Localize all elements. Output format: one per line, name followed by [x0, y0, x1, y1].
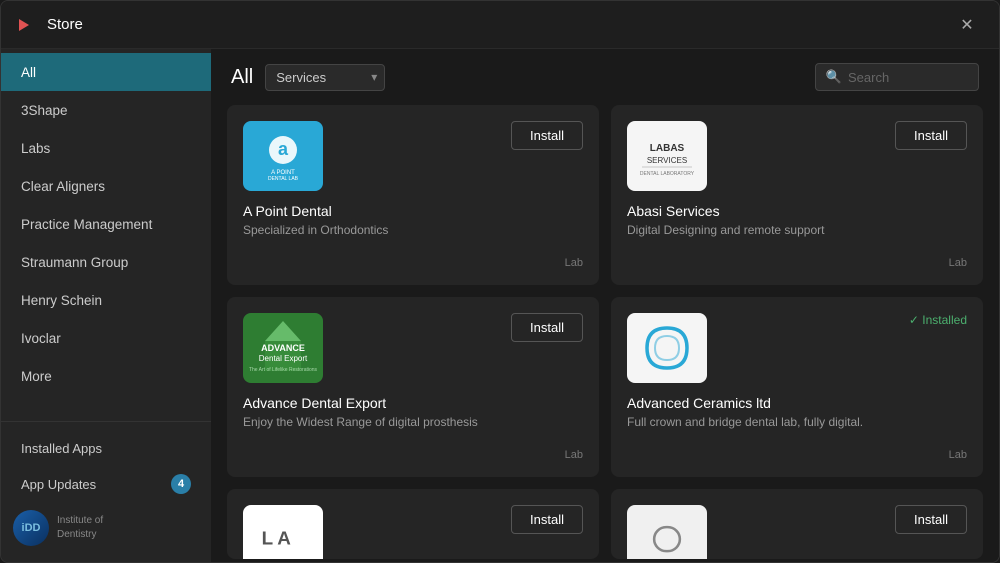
- sidebar: All 3Shape Labs Clear Aligners Practice …: [1, 49, 211, 562]
- advance-svg-icon: ADVANCE Dental Export The Art of Lifelik…: [243, 313, 323, 383]
- card-top: ADVANCE Dental Export The Art of Lifelik…: [243, 313, 583, 383]
- card-logo-a-point: a A POINT DENTAL LAB: [243, 121, 323, 191]
- sidebar-item-3shape[interactable]: 3Shape: [1, 91, 211, 129]
- main-layout: All 3Shape Labs Clear Aligners Practice …: [1, 49, 999, 562]
- a-point-svg-icon: a A POINT DENTAL LAB: [255, 128, 311, 184]
- card-top: ✓ Installed: [627, 313, 967, 383]
- svg-text:DENTAL LAB: DENTAL LAB: [268, 176, 299, 182]
- window-title: Store: [47, 16, 951, 33]
- card-tag-advanced-ceramics: Lab: [627, 449, 967, 461]
- sidebar-item-more[interactable]: More: [1, 357, 211, 395]
- app-updates-badge: 4: [171, 474, 191, 494]
- svg-text:The Art of Lifelike Restoratio: The Art of Lifelike Restorations: [249, 367, 318, 373]
- card-logo-bottom2: [627, 505, 707, 559]
- card-top: LABAS SERVICES DENTAL LABORATORY Install: [627, 121, 967, 191]
- install-button-a-point[interactable]: Install: [511, 121, 583, 150]
- card-logo-abasi: LABAS SERVICES DENTAL LABORATORY: [627, 121, 707, 191]
- advance-logo-image: ADVANCE Dental Export The Art of Lifelik…: [243, 313, 323, 383]
- install-button-advance[interactable]: Install: [511, 313, 583, 342]
- search-icon: 🔍: [826, 69, 842, 85]
- svg-text:DENTAL LABORATORY: DENTAL LABORATORY: [640, 171, 695, 177]
- card-desc-advanced-ceramics: Full crown and bridge dental lab, fully …: [627, 415, 967, 441]
- sidebar-app-logo: iDD: [13, 510, 49, 546]
- bottom1-svg-icon: L A: [253, 518, 313, 559]
- close-button[interactable]: ✕: [951, 9, 983, 41]
- sidebar-item-app-updates[interactable]: App Updates 4: [1, 466, 211, 502]
- card-bottom-1: L A Install: [227, 489, 599, 559]
- search-input[interactable]: [848, 70, 968, 85]
- card-desc-abasi: Digital Designing and remote support: [627, 223, 967, 249]
- installed-label-advanced-ceramics: ✓ Installed: [909, 313, 967, 327]
- svg-text:L A: L A: [262, 527, 292, 548]
- card-name-a-point: A Point Dental: [243, 203, 583, 219]
- sidebar-item-ivoclar[interactable]: Ivoclar: [1, 319, 211, 357]
- card-a-point-dental: a A POINT DENTAL LAB Install A Point Den…: [227, 105, 599, 285]
- sidebar-item-clear-aligners[interactable]: Clear Aligners: [1, 167, 211, 205]
- card-top: L A Install: [243, 505, 583, 559]
- card-top: a A POINT DENTAL LAB Install: [243, 121, 583, 191]
- card-logo-advanced-ceramics: [627, 313, 707, 383]
- app-info-text: Institute of Dentistry: [57, 514, 103, 542]
- sidebar-item-henry-schein[interactable]: Henry Schein: [1, 281, 211, 319]
- card-bottom-2: Install: [611, 489, 983, 559]
- card-logo-bottom1: L A: [243, 505, 323, 559]
- app-updates-label: App Updates: [21, 477, 96, 492]
- bottom2-svg-icon: [637, 518, 697, 559]
- grid-area: a A POINT DENTAL LAB Install A Point Den…: [211, 105, 999, 562]
- bottom2-logo-image: [627, 505, 707, 559]
- store-window: Store ✕ All 3Shape Labs Clear Aligners P…: [0, 0, 1000, 563]
- card-name-advance: Advance Dental Export: [243, 395, 583, 411]
- all-label: All: [231, 66, 253, 89]
- card-advanced-ceramics: ✓ Installed Advanced Ceramics ltd Full c…: [611, 297, 983, 477]
- install-button-abasi[interactable]: Install: [895, 121, 967, 150]
- sidebar-item-all[interactable]: All: [1, 53, 211, 91]
- sidebar-item-installed-apps[interactable]: Installed Apps: [1, 430, 211, 466]
- svg-text:ADVANCE: ADVANCE: [261, 343, 305, 353]
- app-logo-text: iDD: [22, 522, 41, 534]
- install-button-bottom2[interactable]: Install: [895, 505, 967, 534]
- card-name-abasi: Abasi Services: [627, 203, 967, 219]
- content-header: All Services All Labs 🔍: [211, 49, 999, 105]
- cards-grid: a A POINT DENTAL LAB Install A Point Den…: [227, 105, 983, 559]
- card-advance-dental: ADVANCE Dental Export The Art of Lifelik…: [227, 297, 599, 477]
- card-tag-a-point: Lab: [243, 257, 583, 269]
- card-top: Install: [627, 505, 967, 559]
- sidebar-item-practice-management[interactable]: Practice Management: [1, 205, 211, 243]
- sidebar-app-info: iDD Institute of Dentistry: [1, 502, 211, 554]
- svg-text:a: a: [278, 139, 289, 159]
- card-desc-advance: Enjoy the Widest Range of digital prosth…: [243, 415, 583, 441]
- filter-dropdown-wrapper: Services All Labs: [265, 64, 385, 91]
- abasi-svg-icon: LABAS SERVICES DENTAL LABORATORY: [632, 131, 702, 181]
- services-filter-dropdown[interactable]: Services All Labs: [265, 64, 385, 91]
- app-logo-icon: [17, 15, 37, 35]
- bottom1-logo-image: L A: [243, 505, 323, 559]
- search-box: 🔍: [815, 63, 979, 91]
- installed-apps-label: Installed Apps: [21, 441, 102, 456]
- install-button-bottom1[interactable]: Install: [511, 505, 583, 534]
- svg-text:LABAS: LABAS: [650, 143, 685, 154]
- card-name-advanced-ceramics: Advanced Ceramics ltd: [627, 395, 967, 411]
- app-info-subtitle: Dentistry: [57, 528, 103, 542]
- advanced-ceramics-svg-icon: [632, 318, 702, 378]
- sidebar-item-labs[interactable]: Labs: [1, 129, 211, 167]
- abasi-logo-image: LABAS SERVICES DENTAL LABORATORY: [627, 121, 707, 191]
- titlebar: Store ✕: [1, 1, 999, 49]
- card-logo-advance: ADVANCE Dental Export The Art of Lifelik…: [243, 313, 323, 383]
- svg-text:SERVICES: SERVICES: [647, 156, 687, 165]
- app-info-name: Institute of: [57, 514, 103, 528]
- advanced-ceramics-logo-image: [627, 313, 707, 383]
- content-area: All Services All Labs 🔍: [211, 49, 999, 562]
- card-tag-abasi: Lab: [627, 257, 967, 269]
- card-desc-a-point: Specialized in Orthodontics: [243, 223, 583, 249]
- svg-text:Dental Export: Dental Export: [259, 354, 308, 363]
- sidebar-bottom: Installed Apps App Updates 4 iDD Institu…: [1, 421, 211, 562]
- card-tag-advance: Lab: [243, 449, 583, 461]
- sidebar-item-straumann-group[interactable]: Straumann Group: [1, 243, 211, 281]
- sidebar-nav: All 3Shape Labs Clear Aligners Practice …: [1, 49, 211, 421]
- a-point-logo-image: a A POINT DENTAL LAB: [243, 121, 323, 191]
- card-abasi-services: LABAS SERVICES DENTAL LABORATORY Install…: [611, 105, 983, 285]
